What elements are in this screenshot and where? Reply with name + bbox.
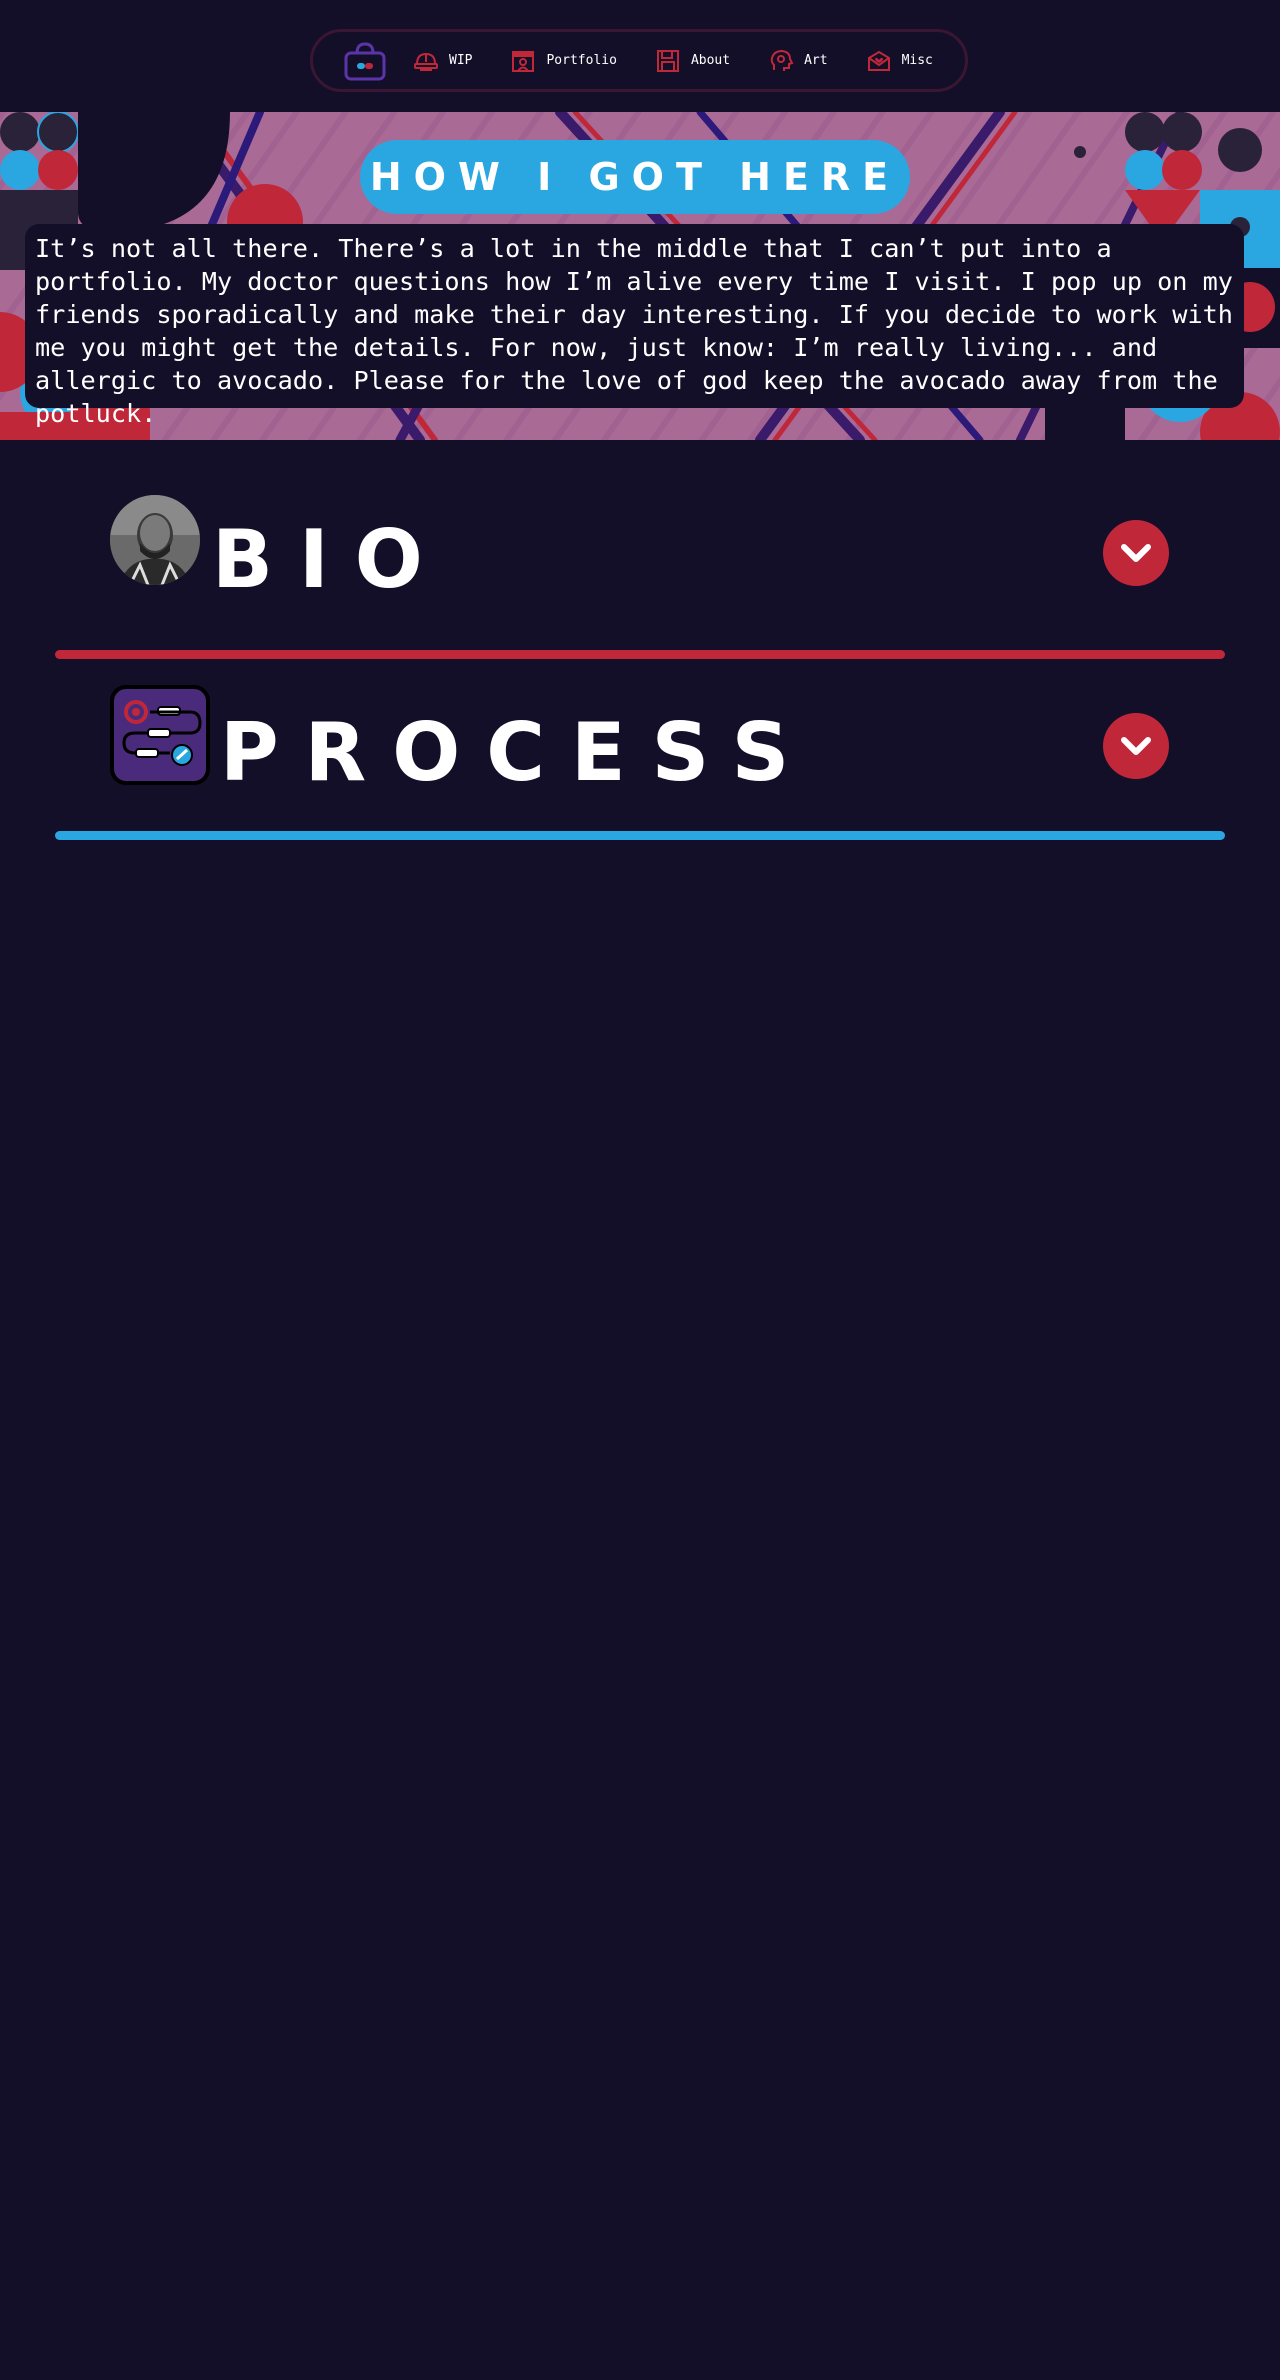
hero-paragraph: It’s not all there. There’s a lot in the…	[25, 224, 1244, 428]
section-bio: Bio	[0, 490, 1280, 670]
nav-label-wip: WIP	[449, 53, 473, 68]
section-title-process: Process	[220, 706, 816, 799]
process-flow-icon	[110, 685, 210, 785]
envelope-heart-icon	[867, 50, 890, 71]
section-divider-process	[55, 831, 1225, 840]
nav-label-portfolio: Portfolio	[546, 53, 617, 68]
nav-label-art: Art	[804, 53, 828, 68]
head-gear-icon	[770, 49, 794, 71]
storefront-icon	[512, 50, 535, 72]
nav-label-misc: Misc	[901, 53, 933, 68]
nav-item-art[interactable]: Art	[768, 48, 828, 74]
hero-banner: How I got here It’s not all there. There…	[0, 112, 1280, 440]
nav-item-misc[interactable]: Misc	[866, 48, 933, 74]
section-process: Process	[0, 683, 1280, 843]
main-nav: WIP Portfolio About Art Misc	[310, 29, 968, 92]
hero-title: How I got here	[360, 140, 910, 214]
hardhat-icon	[414, 52, 438, 71]
chevron-down-icon	[1121, 737, 1151, 755]
nav-item-portfolio[interactable]: Portfolio	[510, 48, 617, 74]
section-title-bio: Bio	[212, 513, 449, 606]
bag-icon[interactable]	[343, 41, 387, 81]
bio-toggle-button[interactable]	[1103, 520, 1169, 586]
avatar	[110, 495, 200, 585]
floppy-disk-icon	[656, 49, 679, 72]
nav-item-about[interactable]: About	[655, 48, 730, 74]
process-toggle-button[interactable]	[1103, 713, 1169, 779]
nav-item-wip[interactable]: WIP	[413, 48, 472, 74]
chevron-down-icon	[1121, 544, 1151, 562]
section-divider-bio	[55, 650, 1225, 659]
nav-label-about: About	[690, 53, 731, 68]
